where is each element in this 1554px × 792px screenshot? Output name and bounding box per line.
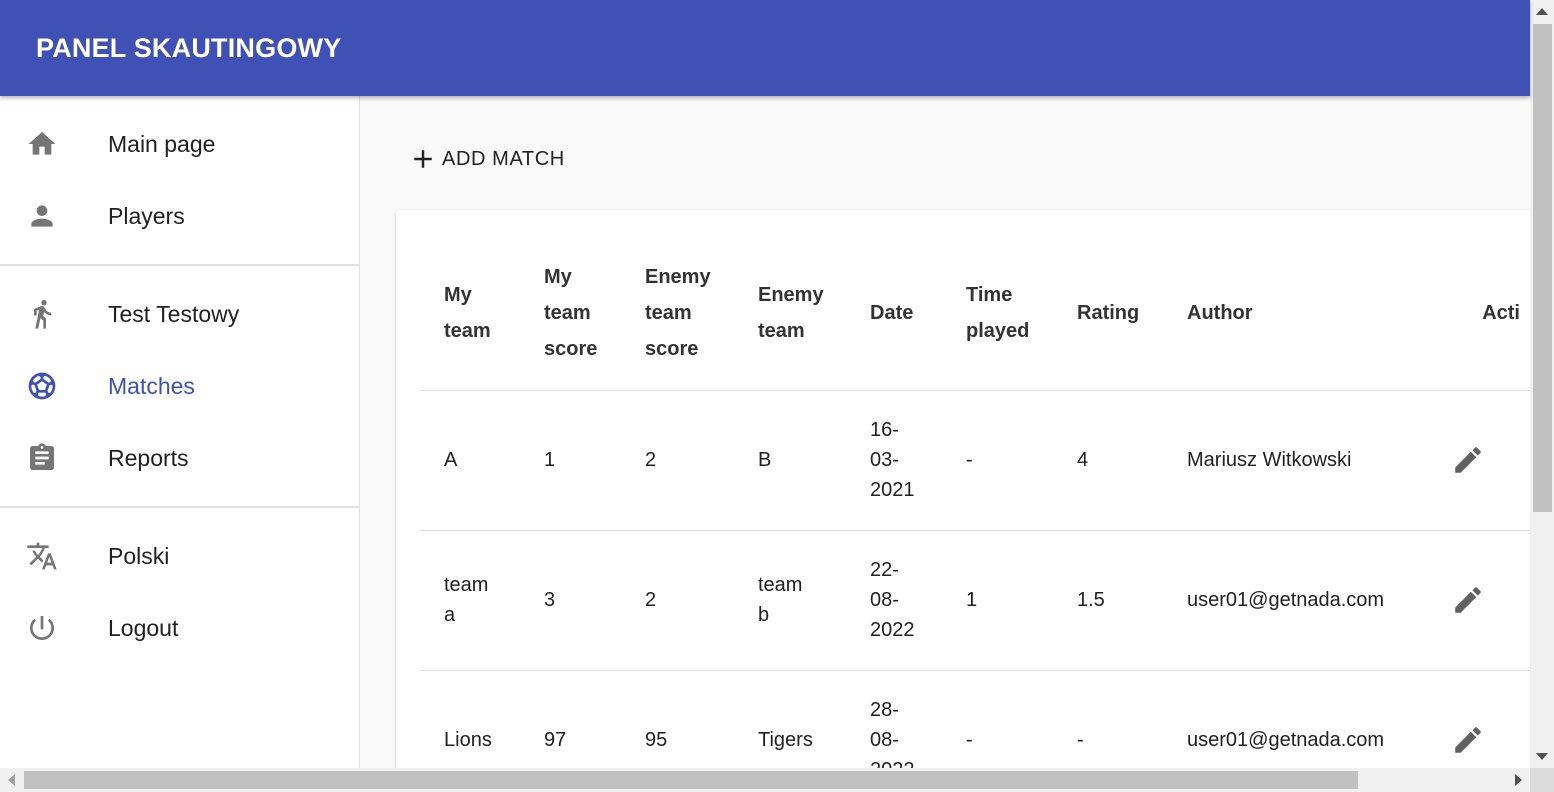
add-match-button[interactable]: ADD MATCH bbox=[408, 140, 565, 178]
nav-group-player: Test Testowy Matches Reports bbox=[0, 266, 359, 506]
sidebar: Main page Players Test Testowy Matches R… bbox=[0, 96, 360, 768]
table-header-row: My team My team score Enemy team score E… bbox=[420, 236, 1530, 391]
vertical-scrollbar[interactable] bbox=[1530, 0, 1554, 768]
cell-author: Mariusz Witkowski bbox=[1163, 390, 1417, 531]
power-icon bbox=[26, 612, 58, 644]
nav-group-settings: Polski Logout bbox=[0, 508, 359, 676]
cell-rating: - bbox=[1053, 670, 1163, 768]
cell-time-played: - bbox=[942, 390, 1053, 531]
header-my-team-score[interactable]: My team score bbox=[520, 236, 621, 391]
scroll-up-icon[interactable] bbox=[1536, 8, 1548, 15]
table-row: team a 3 2 team b 22-08-2022 1 1.5 user0… bbox=[420, 530, 1530, 671]
cell-author: user01@getnada.com bbox=[1163, 670, 1417, 768]
soccer-ball-icon bbox=[26, 370, 58, 402]
cell-date: 16-03-2021 bbox=[846, 390, 942, 531]
sidebar-item-language[interactable]: Polski bbox=[0, 520, 359, 592]
table-row: Lions 97 95 Tigers 28-08-2022 - - user01… bbox=[420, 670, 1530, 768]
sidebar-item-label: Matches bbox=[108, 372, 195, 399]
cell-enemy-team: team b bbox=[734, 530, 846, 671]
translate-icon bbox=[26, 540, 58, 572]
sidebar-item-label: Main page bbox=[108, 130, 216, 157]
clipboard-icon bbox=[26, 442, 58, 474]
header-date[interactable]: Date bbox=[846, 236, 942, 391]
running-icon bbox=[26, 298, 58, 330]
person-icon bbox=[26, 200, 58, 232]
cell-actions bbox=[1417, 670, 1530, 768]
sidebar-item-test-testowy[interactable]: Test Testowy bbox=[0, 278, 359, 350]
scrollbar-corner bbox=[1530, 768, 1554, 792]
app-title: PANEL SKAUTINGOWY bbox=[36, 32, 342, 63]
add-match-label: ADD MATCH bbox=[442, 147, 565, 170]
cell-enemy-team-score: 2 bbox=[621, 530, 734, 671]
cell-date: 28-08-2022 bbox=[846, 670, 942, 768]
sidebar-item-reports[interactable]: Reports bbox=[0, 422, 359, 494]
cell-actions bbox=[1417, 530, 1530, 671]
matches-table: My team My team score Enemy team score E… bbox=[420, 236, 1530, 768]
horizontal-scrollbar[interactable] bbox=[0, 768, 1530, 792]
sidebar-item-main-page[interactable]: Main page bbox=[0, 108, 359, 180]
sidebar-item-logout[interactable]: Logout bbox=[0, 592, 359, 664]
app-bar: PANEL SKAUTINGOWY bbox=[0, 0, 1530, 96]
sidebar-item-label: Reports bbox=[108, 444, 189, 471]
scroll-down-icon[interactable] bbox=[1536, 753, 1548, 760]
header-author[interactable]: Author bbox=[1163, 236, 1417, 391]
header-time-played[interactable]: Time played bbox=[942, 236, 1053, 391]
cell-actions bbox=[1417, 390, 1530, 531]
cell-author: user01@getnada.com bbox=[1163, 530, 1417, 671]
sidebar-item-players[interactable]: Players bbox=[0, 180, 359, 252]
cell-my-team-score: 3 bbox=[520, 530, 621, 671]
edit-icon[interactable] bbox=[1451, 443, 1485, 477]
cell-time-played: 1 bbox=[942, 530, 1053, 671]
header-rating[interactable]: Rating bbox=[1053, 236, 1163, 391]
matches-table-card: My team My team score Enemy team score E… bbox=[396, 210, 1530, 768]
cell-my-team: Lions bbox=[420, 670, 520, 768]
cell-enemy-team-score: 95 bbox=[621, 670, 734, 768]
cell-time-played: - bbox=[942, 670, 1053, 768]
scroll-right-icon[interactable] bbox=[1515, 774, 1522, 786]
sidebar-item-label: Polski bbox=[108, 542, 170, 569]
cell-my-team: team a bbox=[420, 530, 520, 671]
cell-rating: 4 bbox=[1053, 390, 1163, 531]
cell-my-team-score: 1 bbox=[520, 390, 621, 531]
table-row: A 1 2 B 16-03-2021 - 4 Mariusz Witkowski bbox=[420, 390, 1530, 531]
cell-my-team: A bbox=[420, 390, 520, 531]
edit-icon[interactable] bbox=[1451, 723, 1485, 757]
scroll-left-icon[interactable] bbox=[8, 774, 15, 786]
sidebar-item-matches[interactable]: Matches bbox=[0, 350, 359, 422]
cell-date: 22-08-2022 bbox=[846, 530, 942, 671]
cell-my-team-score: 97 bbox=[520, 670, 621, 768]
cell-enemy-team: Tigers bbox=[734, 670, 846, 768]
header-actions: Acti bbox=[1417, 236, 1530, 391]
sidebar-item-label: Players bbox=[108, 202, 185, 229]
cell-enemy-team: B bbox=[734, 390, 846, 531]
main-content: ADD MATCH My team My team score Enemy te… bbox=[360, 96, 1530, 768]
cell-rating: 1.5 bbox=[1053, 530, 1163, 671]
nav-group-main: Main page Players bbox=[0, 96, 359, 264]
cell-enemy-team-score: 2 bbox=[621, 390, 734, 531]
sidebar-item-label: Logout bbox=[108, 614, 179, 641]
plus-icon bbox=[414, 150, 432, 168]
home-icon bbox=[26, 128, 58, 160]
header-enemy-team[interactable]: Enemy team bbox=[734, 236, 846, 391]
vertical-scroll-thumb[interactable] bbox=[1533, 24, 1552, 512]
horizontal-scroll-thumb[interactable] bbox=[24, 771, 1358, 789]
edit-icon[interactable] bbox=[1451, 583, 1485, 617]
sidebar-item-label: Test Testowy bbox=[108, 300, 240, 327]
header-my-team[interactable]: My team bbox=[420, 236, 520, 391]
header-enemy-team-score[interactable]: Enemy team score bbox=[621, 236, 734, 391]
